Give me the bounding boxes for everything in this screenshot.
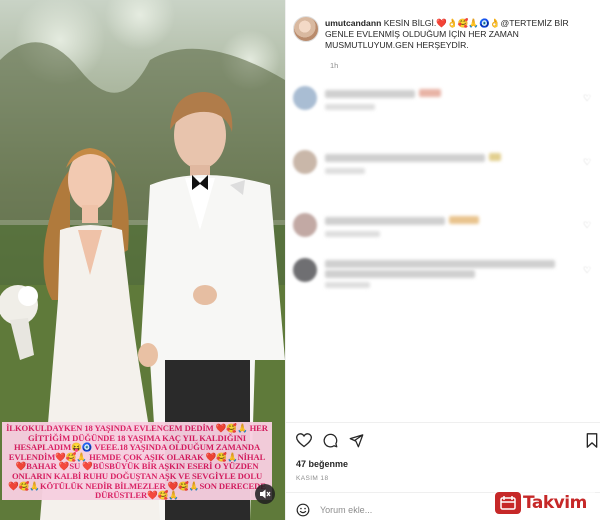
action-bar [296, 432, 598, 450]
comment-meta-redacted [325, 168, 365, 174]
author-username[interactable]: umutcandann [325, 18, 381, 28]
comment-avatar[interactable] [293, 86, 317, 110]
share-button[interactable] [348, 432, 364, 448]
comment-text-redacted [325, 217, 445, 225]
like-button[interactable] [296, 432, 312, 448]
actions-divider [285, 422, 600, 423]
send-icon [349, 433, 363, 447]
comment-avatar[interactable] [293, 258, 317, 282]
comment-text-redacted [325, 154, 485, 162]
comment-meta-redacted [325, 282, 370, 288]
comment-like-icon[interactable]: ♡ [583, 94, 591, 103]
smiley-icon [296, 503, 310, 517]
like-count[interactable]: 47 beğenme [296, 459, 348, 469]
comment-emoji-redacted [449, 216, 479, 224]
comment-button[interactable] [322, 432, 338, 448]
emoji-button[interactable] [296, 503, 310, 517]
post-media[interactable]: İLKOKULDAYKEN 18 YAŞINDA EVLENCEM DEDİM … [0, 0, 285, 520]
post-date: KASIM 18 [296, 475, 329, 482]
mute-button[interactable] [255, 484, 275, 504]
comment-item: ♡ [293, 213, 593, 243]
comment-avatar[interactable] [293, 150, 317, 174]
watermark-text: Takvim [523, 493, 587, 513]
comment-input[interactable] [320, 502, 470, 518]
comment-like-icon[interactable]: ♡ [583, 221, 591, 230]
takvim-watermark: Takvim [495, 490, 595, 516]
comment-text-redacted [325, 270, 475, 278]
comment-item: ♡ [293, 150, 593, 180]
author-avatar[interactable] [293, 16, 319, 42]
comment-like-icon[interactable]: ♡ [583, 158, 591, 167]
instagram-post-view: İLKOKULDAYKEN 18 YAŞINDA EVLENCEM DEDİM … [0, 0, 600, 520]
save-button[interactable] [584, 432, 600, 448]
speaker-muted-icon [260, 489, 271, 499]
comment-avatar[interactable] [293, 213, 317, 237]
comment-like-icon[interactable]: ♡ [583, 266, 591, 275]
overlay-caption-text: İLKOKULDAYKEN 18 YAŞINDA EVLENCEM DEDİM … [6, 423, 268, 501]
overlay-caption: İLKOKULDAYKEN 18 YAŞINDA EVLENCEM DEDİM … [2, 422, 272, 500]
post-time: 1h [330, 61, 339, 70]
comment-meta-redacted [325, 104, 375, 110]
heart-icon [296, 432, 312, 447]
comment-item: ♡ [293, 258, 593, 288]
comment-text-redacted [325, 90, 415, 98]
comment-emoji-redacted [419, 89, 441, 97]
takvim-logo-icon [495, 492, 521, 514]
comment-item: ♡ [293, 86, 593, 116]
comment-emoji-redacted [489, 153, 501, 161]
comment-text-redacted [325, 260, 555, 268]
comment-icon [323, 433, 337, 447]
comment-meta-redacted [325, 231, 380, 237]
caption: umutcandann KESİN BİLGİ.❤️👌🥰🙏🧿👌@TERTEMİZ… [325, 18, 593, 51]
bookmark-icon [586, 432, 598, 448]
